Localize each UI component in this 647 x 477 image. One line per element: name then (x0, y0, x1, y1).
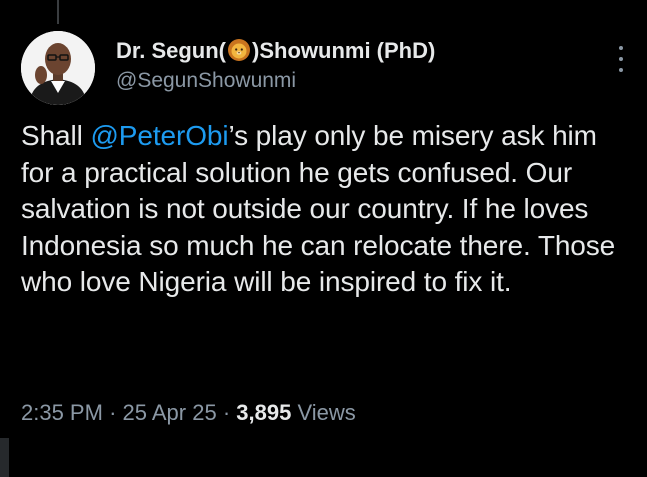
tweet-text: Shall @PeterObi’s play only be misery as… (21, 118, 631, 301)
meta-separator: · (109, 400, 117, 425)
tweet-text-part1: Shall (21, 120, 91, 151)
author-display-name[interactable]: Dr. Segun( )Showunmi (PhD) (116, 38, 435, 64)
views-count[interactable]: 3,895 (236, 400, 291, 425)
avatar[interactable] (21, 31, 95, 105)
mention-link[interactable]: @PeterObi (90, 120, 228, 151)
author-block: Dr. Segun( )Showunmi (PhD) @SegunShowunm… (116, 38, 435, 94)
tweet-time[interactable]: 2:35 PM (21, 400, 103, 425)
tweet-date[interactable]: 25 Apr 25 (123, 400, 217, 425)
meta-separator: · (222, 400, 231, 425)
thread-connector-line (57, 0, 59, 24)
tweet-meta: 2:35 PM · 25 Apr 25 · 3,895 Views (21, 400, 356, 426)
more-dot (619, 57, 623, 61)
author-handle[interactable]: @SegunShowunmi (116, 68, 435, 94)
left-edge-bar (0, 438, 9, 477)
display-name-suffix: )Showunmi (PhD) (252, 38, 436, 63)
more-vertical-icon[interactable] (617, 46, 625, 72)
display-name-prefix: Dr. Segun( (116, 38, 227, 63)
more-dot (619, 46, 623, 50)
more-dot (619, 68, 623, 72)
views-label: Views (297, 400, 356, 425)
lion-emoji-icon (227, 38, 251, 62)
